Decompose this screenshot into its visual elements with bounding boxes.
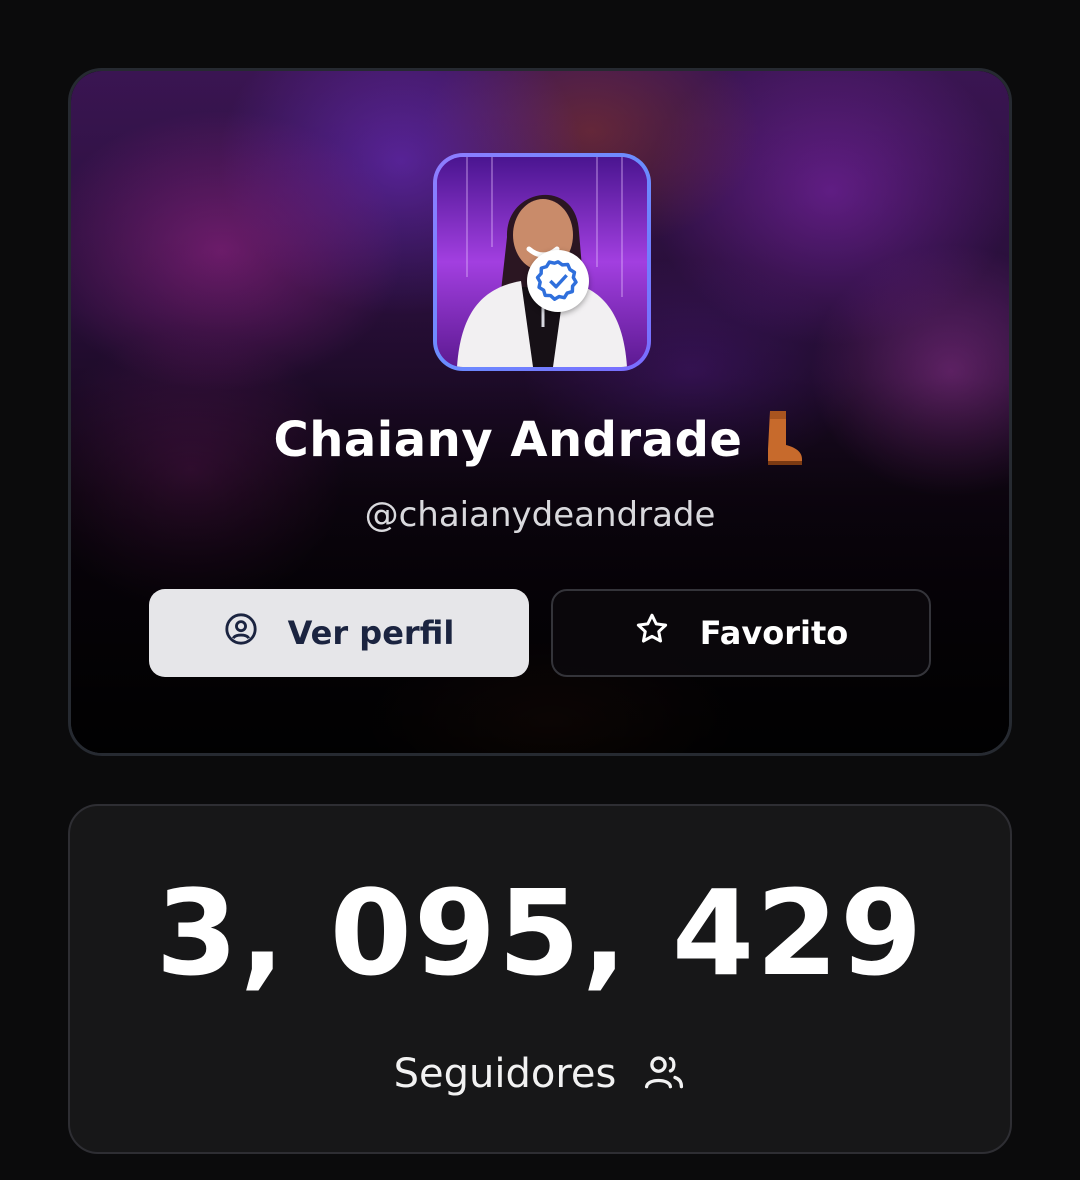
username: @chaianydeandrade	[364, 495, 716, 535]
favorite-label: Favorito	[699, 614, 849, 652]
user-circle-icon	[224, 612, 258, 654]
view-profile-button[interactable]: Ver perfil	[149, 589, 529, 677]
name-row: Chaiany Andrade	[71, 409, 1009, 471]
followers-label: Seguidores	[393, 1051, 617, 1097]
star-icon	[634, 611, 670, 655]
verified-badge-icon	[527, 250, 589, 312]
followers-label-row: Seguidores	[70, 1050, 1010, 1098]
profile-card: Chaiany Andrade @chaianydeandrade Ver pe…	[68, 68, 1012, 756]
users-icon	[642, 1050, 686, 1098]
view-profile-label: Ver perfil	[287, 614, 455, 652]
followers-card: 3, 095, 429 Seguidores	[68, 804, 1012, 1154]
followers-count: 3, 095, 429	[155, 864, 925, 1002]
display-name: Chaiany Andrade	[273, 412, 743, 468]
boot-emoji-icon	[760, 409, 806, 471]
favorite-button[interactable]: Favorito	[551, 589, 931, 677]
